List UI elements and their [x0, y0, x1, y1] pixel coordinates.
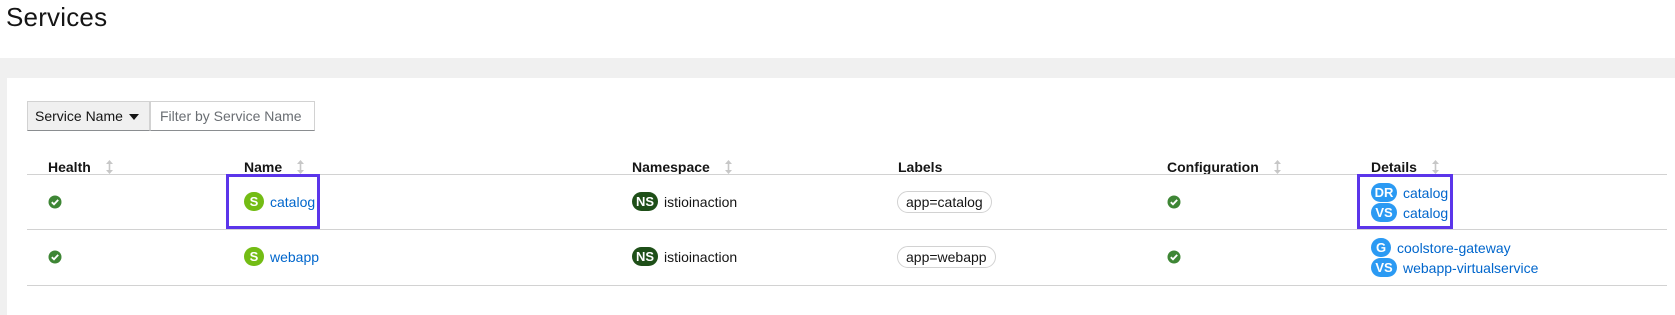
page-title: Services: [6, 2, 108, 32]
table-row-labels: app=webapp: [897, 246, 996, 268]
check-circle-icon: [1167, 195, 1181, 209]
namespace-text: istioinaction: [664, 248, 738, 265]
virtual-service-badge: VS: [1371, 258, 1397, 277]
sort-icon[interactable]: [296, 159, 305, 175]
page-left-gutter: [0, 58, 7, 315]
filter-input[interactable]: [150, 101, 315, 131]
row-divider: [27, 229, 1667, 230]
label-chip: app=webapp: [897, 246, 996, 268]
sort-icon[interactable]: [1431, 159, 1440, 175]
sort-icon[interactable]: [105, 159, 114, 175]
namespace-badge: NS: [632, 192, 658, 211]
table-row-configuration: [1167, 195, 1181, 209]
label-chip: app=catalog: [897, 191, 992, 213]
table-row-namespace: NS istioinaction: [632, 192, 737, 211]
filter-type-label: Service Name: [35, 108, 123, 124]
row-divider: [27, 285, 1667, 286]
sort-icon[interactable]: [1273, 159, 1282, 175]
check-circle-icon: [1167, 250, 1181, 264]
table-row-namespace: NS istioinaction: [632, 247, 737, 266]
table-row-labels: app=catalog: [897, 191, 992, 213]
sort-icon[interactable]: [724, 159, 733, 175]
table-row-health: [48, 195, 62, 209]
page-header-divider: [0, 58, 1675, 78]
table-row-health: [48, 250, 62, 264]
gateway-badge: G: [1371, 238, 1391, 257]
service-badge: S: [244, 247, 264, 266]
details-link[interactable]: coolstore-gateway: [1397, 240, 1511, 256]
namespace-text: istioinaction: [664, 193, 738, 210]
highlight-box-name: [226, 174, 320, 229]
table-row-configuration: [1167, 250, 1181, 264]
check-circle-icon: [48, 250, 62, 264]
check-circle-icon: [48, 195, 62, 209]
service-link[interactable]: webapp: [270, 249, 319, 265]
namespace-badge: NS: [632, 247, 658, 266]
details-link[interactable]: webapp-virtualservice: [1403, 260, 1538, 276]
filter-type-dropdown[interactable]: Service Name: [27, 101, 150, 131]
table-row-name[interactable]: S webapp: [244, 247, 319, 266]
details-item[interactable]: VS webapp-virtualservice: [1371, 258, 1538, 277]
highlight-box-details: [1357, 174, 1453, 229]
details-item[interactable]: G coolstore-gateway: [1371, 238, 1511, 257]
caret-down-icon: [128, 113, 139, 120]
